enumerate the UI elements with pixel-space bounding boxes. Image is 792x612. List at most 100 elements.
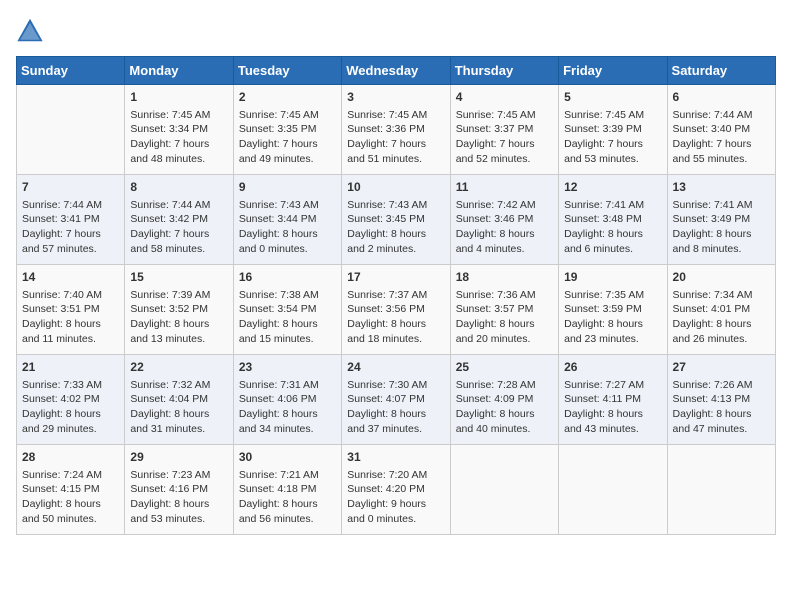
day-number: 30 [239, 449, 336, 466]
calendar-cell: 21 Sunrise: 7:33 AM Sunset: 4:02 PM Dayli… [17, 355, 125, 445]
logo-icon [16, 16, 44, 44]
calendar-cell: 24 Sunrise: 7:30 AM Sunset: 4:07 PM Dayli… [342, 355, 450, 445]
calendar-cell: 27 Sunrise: 7:26 AM Sunset: 4:13 PM Dayli… [667, 355, 775, 445]
header-day-sunday: Sunday [17, 57, 125, 85]
header-day-saturday: Saturday [667, 57, 775, 85]
header-day-friday: Friday [559, 57, 667, 85]
day-number: 31 [347, 449, 444, 466]
calendar-cell: 11 Sunrise: 7:42 AM Sunset: 3:46 PM Dayli… [450, 175, 558, 265]
calendar-cell: 31 Sunrise: 7:20 AM Sunset: 4:20 PM Dayli… [342, 445, 450, 535]
calendar-cell: 15Sunrise: 7:39 AM Sunset: 3:52 PM Dayli… [125, 265, 233, 355]
day-number: 23 [239, 359, 336, 376]
header-day-monday: Monday [125, 57, 233, 85]
calendar-cell: 1 Sunrise: 7:45 AM Sunset: 3:34 PM Daylig… [125, 85, 233, 175]
calendar-week-row: 28Sunrise: 7:24 AM Sunset: 4:15 PM Dayli… [17, 445, 776, 535]
calendar-cell: 7Sunrise: 7:44 AM Sunset: 3:41 PM Daylig… [17, 175, 125, 265]
page-header [16, 16, 776, 44]
day-number: 22 [130, 359, 227, 376]
day-number: 20 [673, 269, 770, 286]
cell-content: Sunrise: 7:37 AM Sunset: 3:56 PM Dayligh… [347, 288, 444, 347]
cell-content: Sunrise: 7:41 AM Sunset: 3:48 PM Dayligh… [564, 198, 661, 257]
calendar-header-row: SundayMondayTuesdayWednesdayThursdayFrid… [17, 57, 776, 85]
calendar-cell: 14 Sunrise: 7:40 AM Sunset: 3:51 PM Dayli… [17, 265, 125, 355]
calendar-cell: 28Sunrise: 7:24 AM Sunset: 4:15 PM Dayli… [17, 445, 125, 535]
cell-content: Sunrise: 7:31 AM Sunset: 4:06 PM Dayligh… [239, 378, 336, 437]
calendar-cell [17, 85, 125, 175]
calendar-cell: 22Sunrise: 7:32 AM Sunset: 4:04 PM Dayli… [125, 355, 233, 445]
day-number: 17 [347, 269, 444, 286]
calendar-cell: 29 Sunrise: 7:23 AM Sunset: 4:16 PM Dayli… [125, 445, 233, 535]
calendar-week-row: 1 Sunrise: 7:45 AM Sunset: 3:34 PM Daylig… [17, 85, 776, 175]
calendar-cell: 4 Sunrise: 7:45 AM Sunset: 3:37 PM Daylig… [450, 85, 558, 175]
day-number: 7 [22, 179, 119, 196]
day-number: 16 [239, 269, 336, 286]
day-number: 9 [239, 179, 336, 196]
cell-content: Sunrise: 7:34 AM Sunset: 4:01 PM Dayligh… [673, 288, 770, 347]
day-number: 29 [130, 449, 227, 466]
cell-content: Sunrise: 7:45 AM Sunset: 3:35 PM Dayligh… [239, 108, 336, 167]
cell-content: Sunrise: 7:45 AM Sunset: 3:34 PM Dayligh… [130, 108, 227, 167]
calendar-cell [667, 445, 775, 535]
calendar-cell: 8 Sunrise: 7:44 AM Sunset: 3:42 PM Daylig… [125, 175, 233, 265]
cell-content: Sunrise: 7:36 AM Sunset: 3:57 PM Dayligh… [456, 288, 553, 347]
calendar-cell: 9 Sunrise: 7:43 AM Sunset: 3:44 PM Daylig… [233, 175, 341, 265]
cell-content: Sunrise: 7:39 AM Sunset: 3:52 PM Dayligh… [130, 288, 227, 347]
cell-content: Sunrise: 7:27 AM Sunset: 4:11 PM Dayligh… [564, 378, 661, 437]
day-number: 4 [456, 89, 553, 106]
cell-content: Sunrise: 7:35 AM Sunset: 3:59 PM Dayligh… [564, 288, 661, 347]
day-number: 27 [673, 359, 770, 376]
logo [16, 16, 48, 44]
calendar-cell: 13 Sunrise: 7:41 AM Sunset: 3:49 PM Dayli… [667, 175, 775, 265]
day-number: 8 [130, 179, 227, 196]
day-number: 19 [564, 269, 661, 286]
day-number: 13 [673, 179, 770, 196]
calendar-cell: 20 Sunrise: 7:34 AM Sunset: 4:01 PM Dayli… [667, 265, 775, 355]
calendar-cell: 6 Sunrise: 7:44 AM Sunset: 3:40 PM Daylig… [667, 85, 775, 175]
header-day-tuesday: Tuesday [233, 57, 341, 85]
cell-content: Sunrise: 7:21 AM Sunset: 4:18 PM Dayligh… [239, 468, 336, 527]
calendar-cell: 26 Sunrise: 7:27 AM Sunset: 4:11 PM Dayli… [559, 355, 667, 445]
calendar-cell: 12 Sunrise: 7:41 AM Sunset: 3:48 PM Dayli… [559, 175, 667, 265]
calendar-cell: 10Sunrise: 7:43 AM Sunset: 3:45 PM Dayli… [342, 175, 450, 265]
cell-content: Sunrise: 7:33 AM Sunset: 4:02 PM Dayligh… [22, 378, 119, 437]
cell-content: Sunrise: 7:40 AM Sunset: 3:51 PM Dayligh… [22, 288, 119, 347]
calendar-cell: 25Sunrise: 7:28 AM Sunset: 4:09 PM Dayli… [450, 355, 558, 445]
calendar-cell [559, 445, 667, 535]
header-day-wednesday: Wednesday [342, 57, 450, 85]
day-number: 21 [22, 359, 119, 376]
cell-content: Sunrise: 7:42 AM Sunset: 3:46 PM Dayligh… [456, 198, 553, 257]
cell-content: Sunrise: 7:45 AM Sunset: 3:36 PM Dayligh… [347, 108, 444, 167]
day-number: 5 [564, 89, 661, 106]
calendar-week-row: 7Sunrise: 7:44 AM Sunset: 3:41 PM Daylig… [17, 175, 776, 265]
cell-content: Sunrise: 7:43 AM Sunset: 3:44 PM Dayligh… [239, 198, 336, 257]
cell-content: Sunrise: 7:23 AM Sunset: 4:16 PM Dayligh… [130, 468, 227, 527]
cell-content: Sunrise: 7:41 AM Sunset: 3:49 PM Dayligh… [673, 198, 770, 257]
cell-content: Sunrise: 7:44 AM Sunset: 3:40 PM Dayligh… [673, 108, 770, 167]
day-number: 26 [564, 359, 661, 376]
cell-content: Sunrise: 7:20 AM Sunset: 4:20 PM Dayligh… [347, 468, 444, 527]
calendar-week-row: 21 Sunrise: 7:33 AM Sunset: 4:02 PM Dayli… [17, 355, 776, 445]
day-number: 12 [564, 179, 661, 196]
day-number: 2 [239, 89, 336, 106]
cell-content: Sunrise: 7:45 AM Sunset: 3:37 PM Dayligh… [456, 108, 553, 167]
calendar-cell: 17 Sunrise: 7:37 AM Sunset: 3:56 PM Dayli… [342, 265, 450, 355]
cell-content: Sunrise: 7:30 AM Sunset: 4:07 PM Dayligh… [347, 378, 444, 437]
calendar-cell: 5Sunrise: 7:45 AM Sunset: 3:39 PM Daylig… [559, 85, 667, 175]
calendar-cell: 18Sunrise: 7:36 AM Sunset: 3:57 PM Dayli… [450, 265, 558, 355]
calendar-week-row: 14 Sunrise: 7:40 AM Sunset: 3:51 PM Dayli… [17, 265, 776, 355]
cell-content: Sunrise: 7:28 AM Sunset: 4:09 PM Dayligh… [456, 378, 553, 437]
day-number: 11 [456, 179, 553, 196]
day-number: 1 [130, 89, 227, 106]
day-number: 14 [22, 269, 119, 286]
calendar-cell: 19 Sunrise: 7:35 AM Sunset: 3:59 PM Dayli… [559, 265, 667, 355]
cell-content: Sunrise: 7:26 AM Sunset: 4:13 PM Dayligh… [673, 378, 770, 437]
calendar-cell: 2 Sunrise: 7:45 AM Sunset: 3:35 PM Daylig… [233, 85, 341, 175]
calendar-cell [450, 445, 558, 535]
header-day-thursday: Thursday [450, 57, 558, 85]
cell-content: Sunrise: 7:44 AM Sunset: 3:42 PM Dayligh… [130, 198, 227, 257]
calendar-cell: 3Sunrise: 7:45 AM Sunset: 3:36 PM Daylig… [342, 85, 450, 175]
cell-content: Sunrise: 7:24 AM Sunset: 4:15 PM Dayligh… [22, 468, 119, 527]
day-number: 6 [673, 89, 770, 106]
cell-content: Sunrise: 7:38 AM Sunset: 3:54 PM Dayligh… [239, 288, 336, 347]
day-number: 24 [347, 359, 444, 376]
